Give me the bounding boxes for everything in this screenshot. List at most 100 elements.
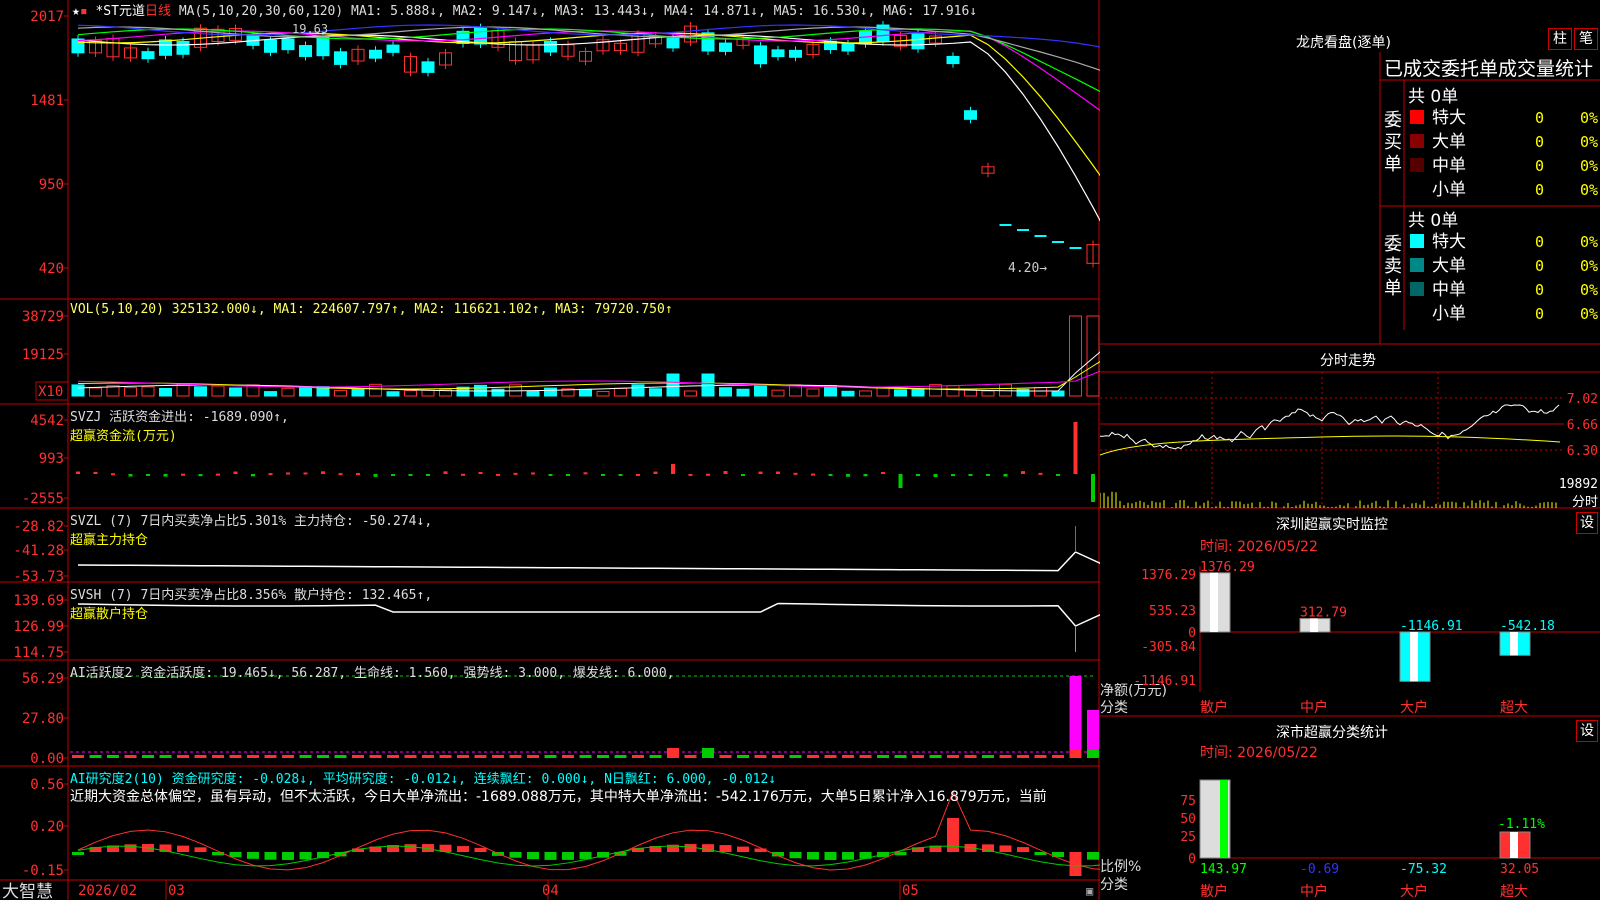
volume-bar	[421, 389, 435, 397]
candle	[264, 39, 277, 53]
svzj-bar	[758, 471, 763, 474]
sell-row-pct: 0%	[1580, 233, 1598, 251]
svzj-bar	[268, 473, 273, 476]
volume-bar	[124, 387, 137, 397]
svzj-bar	[898, 474, 903, 488]
sell-row-value: 0	[1535, 233, 1544, 251]
volume-bar	[649, 388, 662, 397]
lock-icon[interactable]: ▣	[1086, 884, 1093, 898]
svzj-bar	[443, 471, 448, 474]
volume-bar	[666, 373, 680, 397]
sell-row-label: 中单	[1432, 280, 1466, 300]
ai2-bar	[1087, 852, 1099, 860]
ai2-bar	[807, 852, 819, 860]
sell-row-pct: 0%	[1580, 305, 1598, 323]
candle	[159, 39, 172, 56]
vol-ma-line	[77, 361, 1100, 390]
svzj-bar	[723, 471, 728, 474]
volume-bar	[754, 385, 767, 397]
ai1-bar	[212, 755, 224, 758]
volume-bar	[911, 388, 925, 397]
monitor-category: 超大	[1500, 700, 1528, 716]
svzj-bar	[496, 473, 500, 476]
svzj-bar	[93, 471, 98, 474]
volume-bar	[1086, 315, 1100, 397]
ai2-bar	[264, 852, 277, 860]
x-label-may: 05	[902, 883, 919, 899]
svzj-bar	[618, 474, 623, 476]
buy-row-color-swatch	[1410, 110, 1424, 124]
y-tick-ai1-1: 27.80	[22, 711, 64, 727]
ai1-bar	[352, 755, 364, 758]
volume-bar	[386, 391, 400, 397]
volume-bar	[1069, 315, 1082, 397]
ai2-bar	[194, 847, 207, 852]
volume-bar	[334, 389, 347, 397]
candles	[71, 21, 1100, 268]
svzj-bar	[461, 473, 465, 476]
volume-bar	[719, 387, 732, 397]
sell-row-pct: 0%	[1580, 257, 1598, 275]
monitor-value-label: 312.79	[1300, 606, 1347, 621]
ai1-bar	[457, 755, 469, 758]
svzj-bar	[233, 471, 238, 474]
buy-row-pct: 0%	[1580, 133, 1598, 151]
x-label-mar: 03	[168, 883, 185, 899]
ai2-bar	[527, 852, 539, 860]
ma-line-1	[77, 34, 1100, 222]
class-value-label: 143.97	[1200, 862, 1247, 877]
sell-row-color-swatch	[1410, 234, 1424, 248]
right-panel: 龙虎看盘(逐单) 柱 笔 已成交委托单成交量统计 委买单 委卖单 共 0单 共 …	[1100, 0, 1600, 900]
y-tick-price-3: 420	[39, 261, 64, 277]
volume-bar	[596, 391, 610, 397]
candle	[771, 49, 785, 58]
class-top-label: -1.11%	[1498, 817, 1545, 832]
ai1-bar	[999, 755, 1012, 758]
svzj-bar	[531, 472, 535, 475]
svzj-bar	[1091, 474, 1095, 502]
svzj-bar	[216, 473, 220, 476]
volume-bar	[684, 390, 697, 397]
intraday-avg-line	[1100, 435, 1561, 456]
svzj-subheader: 超赢资金流(万元)	[70, 429, 177, 444]
ai1-bar	[562, 755, 574, 758]
candle	[911, 33, 925, 50]
ai2-bar	[282, 852, 294, 860]
ai1-bar	[614, 755, 627, 758]
buy-row-label: 大单	[1432, 132, 1466, 152]
y-tick-svzl-0: -28.82	[13, 519, 64, 535]
volume-bar	[491, 388, 505, 397]
svzj-header-text: SVZJ 活跃资金进出: -1689.090↑,	[70, 410, 289, 425]
ai2-header: AI研究度2(10) 资金研究度: -0.028↓, 平均研究度: -0.012…	[70, 768, 776, 787]
ai2-bars	[72, 818, 1099, 876]
svsh-header: SVSH (7) 7日内买卖净占比8.356% 散户持仓: 132.465↑, 超…	[70, 584, 432, 622]
y-tick-ai1-2: 0.00	[30, 751, 64, 767]
svzj-bar	[1056, 474, 1060, 476]
class-category: 超大	[1500, 884, 1528, 900]
volume-bar	[71, 384, 85, 397]
ai2-bar	[124, 844, 137, 852]
svzl-header-text: SVZL (7) 7日内买卖净占比5.301% 主力持仓: -50.274↓,	[70, 514, 433, 529]
y-tick-price-2: 950	[39, 177, 64, 193]
class-y-tick: 50	[1180, 812, 1196, 827]
star-icon[interactable]: ★	[72, 4, 80, 19]
svzj-bar	[286, 472, 290, 475]
volume-bar	[631, 384, 645, 397]
candle	[369, 49, 382, 59]
y-tick-svsh-2: 114.75	[13, 645, 64, 661]
y-tick-ai2-0: 0.56	[30, 777, 64, 793]
ai1-bar	[877, 755, 889, 758]
svzl-line	[77, 551, 1100, 572]
vol-header-text: VOL(5,10,20) 325132.000↓, MA1: 224607.79…	[70, 302, 673, 317]
svzj-bar	[1021, 471, 1025, 474]
main-chart[interactable]: 2017 1481 950 420 38729 19125 4542 993 -2555 -28.…	[0, 0, 1100, 900]
monitor-bar-highlight	[1510, 632, 1518, 656]
volume-bar	[526, 390, 540, 397]
volume-bar	[859, 390, 872, 397]
svzl-header: SVZL (7) 7日内买卖净占比5.301% 主力持仓: -50.274↓, 超…	[70, 510, 432, 548]
class-bar-highlight	[1510, 832, 1518, 858]
volume-bar	[964, 389, 977, 397]
ai1-bar	[1087, 750, 1099, 758]
buy-row-pct: 0%	[1580, 109, 1598, 127]
volume-bar	[1016, 388, 1030, 397]
